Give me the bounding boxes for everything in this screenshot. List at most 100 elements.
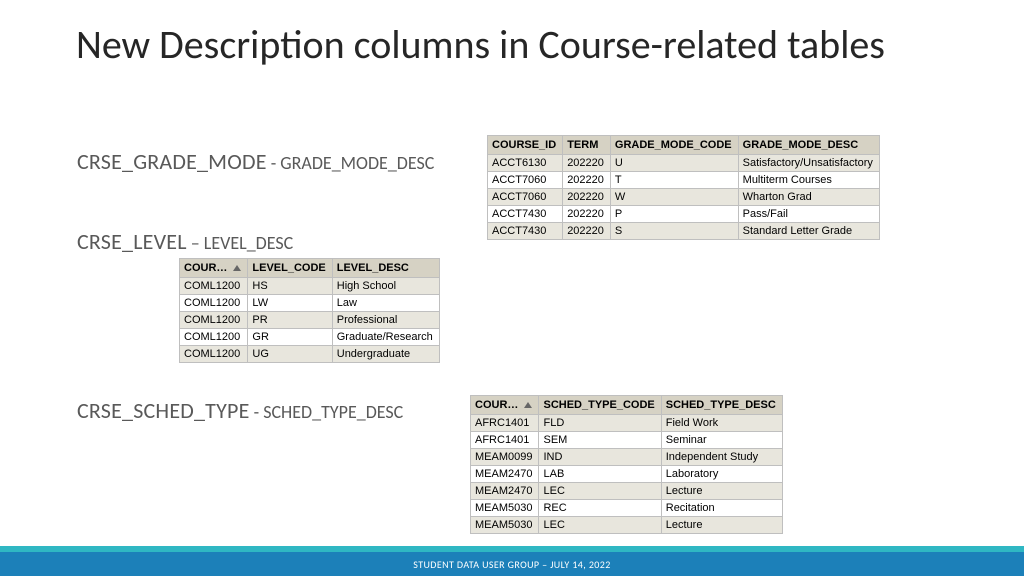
table-cell: ACCT6130: [488, 155, 563, 172]
label-primary: CRSE_SCHED_TYPE: [77, 397, 250, 424]
table-cell: SEM: [539, 432, 661, 449]
table-cell: 202220: [563, 206, 611, 223]
table-cell: LEC: [539, 483, 661, 500]
table-cell: MEAM0099: [471, 449, 539, 466]
table-cell: Laboratory: [661, 466, 782, 483]
table-cell: Seminar: [661, 432, 782, 449]
table-cell: LW: [248, 295, 332, 312]
column-header: COUR…: [471, 396, 539, 415]
table-cell: ACCT7430: [488, 223, 563, 240]
table-cell: REC: [539, 500, 661, 517]
table-row: ACCT7430202220SStandard Letter Grade: [488, 223, 880, 240]
table-row: MEAM2470LABLaboratory: [471, 466, 783, 483]
column-header: GRADE_MODE_DESC: [738, 136, 879, 155]
label-primary: CRSE_GRADE_MODE: [77, 148, 267, 175]
table-cell: U: [610, 155, 738, 172]
table-cell: High School: [332, 278, 439, 295]
footer-text: STUDENT DATA USER GROUP – JULY 14, 2022: [413, 558, 610, 571]
table-row: COML1200PRProfessional: [180, 312, 440, 329]
table-cell: AFRC1401: [471, 415, 539, 432]
table-cell: MEAM5030: [471, 517, 539, 534]
table-cell: S: [610, 223, 738, 240]
table-cell: Satisfactory/Unsatisfactory: [738, 155, 879, 172]
table-cell: Law: [332, 295, 439, 312]
label-primary: CRSE_LEVEL: [77, 228, 187, 255]
table-row: ACCT6130202220USatisfactory/Unsatisfacto…: [488, 155, 880, 172]
table-cell: MEAM2470: [471, 483, 539, 500]
grade-mode-table: COURSE_IDTERMGRADE_MODE_CODEGRADE_MODE_D…: [487, 135, 880, 240]
table-cell: COML1200: [180, 329, 248, 346]
sched-type-table: COUR…SCHED_TYPE_CODESCHED_TYPE_DESCAFRC1…: [470, 395, 783, 534]
table-cell: COML1200: [180, 278, 248, 295]
table-cell: FLD: [539, 415, 661, 432]
table-row: MEAM2470LECLecture: [471, 483, 783, 500]
table-cell: IND: [539, 449, 661, 466]
table-cell: 202220: [563, 223, 611, 240]
table-row: COML1200LWLaw: [180, 295, 440, 312]
column-header: LEVEL_CODE: [248, 259, 332, 278]
table-row: ACCT7060202220WWharton Grad: [488, 189, 880, 206]
table-cell: Undergraduate: [332, 346, 439, 363]
column-header: SCHED_TYPE_DESC: [661, 396, 782, 415]
table-cell: ACCT7430: [488, 206, 563, 223]
section-label-level: CRSE_LEVEL – LEVEL_DESC: [77, 228, 293, 255]
table-cell: P: [610, 206, 738, 223]
table-cell: 202220: [563, 172, 611, 189]
table-cell: COML1200: [180, 312, 248, 329]
table-cell: AFRC1401: [471, 432, 539, 449]
table-cell: Wharton Grad: [738, 189, 879, 206]
level-table: COUR…LEVEL_CODELEVEL_DESCCOML1200HSHigh …: [179, 258, 440, 363]
section-label-sched-type: CRSE_SCHED_TYPE - SCHED_TYPE_DESC: [77, 397, 403, 424]
sort-ascending-icon: [233, 265, 241, 271]
section-label-grade-mode: CRSE_GRADE_MODE - GRADE_MODE_DESC: [77, 148, 434, 175]
slide-title: New Description columns in Course-relate…: [76, 22, 956, 68]
footer: STUDENT DATA USER GROUP – JULY 14, 2022: [0, 546, 1024, 576]
table-cell: Graduate/Research: [332, 329, 439, 346]
label-sep: –: [187, 232, 204, 254]
column-header: SCHED_TYPE_CODE: [539, 396, 661, 415]
table-cell: Independent Study: [661, 449, 782, 466]
table-cell: COML1200: [180, 295, 248, 312]
table-cell: MEAM2470: [471, 466, 539, 483]
table-cell: Multiterm Courses: [738, 172, 879, 189]
slide: New Description columns in Course-relate…: [0, 0, 1024, 576]
label-sep: -: [267, 152, 281, 174]
table-cell: Professional: [332, 312, 439, 329]
table-row: MEAM5030LECLecture: [471, 517, 783, 534]
column-header: GRADE_MODE_CODE: [610, 136, 738, 155]
column-header: LEVEL_DESC: [332, 259, 439, 278]
table-cell: Field Work: [661, 415, 782, 432]
column-header: COURSE_ID: [488, 136, 563, 155]
table-row: COML1200UGUndergraduate: [180, 346, 440, 363]
table-row: COML1200HSHigh School: [180, 278, 440, 295]
table-cell: UG: [248, 346, 332, 363]
footer-bar: STUDENT DATA USER GROUP – JULY 14, 2022: [0, 552, 1024, 576]
table-cell: Lecture: [661, 483, 782, 500]
table-cell: Lecture: [661, 517, 782, 534]
table-cell: Pass/Fail: [738, 206, 879, 223]
table-cell: PR: [248, 312, 332, 329]
table-row: AFRC1401FLDField Work: [471, 415, 783, 432]
table-row: ACCT7060202220TMultiterm Courses: [488, 172, 880, 189]
table-cell: T: [610, 172, 738, 189]
table-row: COML1200GRGraduate/Research: [180, 329, 440, 346]
table-row: MEAM0099INDIndependent Study: [471, 449, 783, 466]
table-cell: Recitation: [661, 500, 782, 517]
column-header: COUR…: [180, 259, 248, 278]
table-cell: 202220: [563, 189, 611, 206]
table-cell: ACCT7060: [488, 172, 563, 189]
sort-ascending-icon: [524, 402, 532, 408]
label-secondary: SCHED_TYPE_DESC: [263, 401, 403, 423]
table-cell: Standard Letter Grade: [738, 223, 879, 240]
label-sep: -: [250, 401, 264, 423]
table-cell: COML1200: [180, 346, 248, 363]
table-cell: MEAM5030: [471, 500, 539, 517]
table-cell: GR: [248, 329, 332, 346]
column-header: TERM: [563, 136, 611, 155]
table-cell: ACCT7060: [488, 189, 563, 206]
table-row: ACCT7430202220PPass/Fail: [488, 206, 880, 223]
table-row: MEAM5030RECRecitation: [471, 500, 783, 517]
table-cell: HS: [248, 278, 332, 295]
table-cell: W: [610, 189, 738, 206]
table-cell: LEC: [539, 517, 661, 534]
